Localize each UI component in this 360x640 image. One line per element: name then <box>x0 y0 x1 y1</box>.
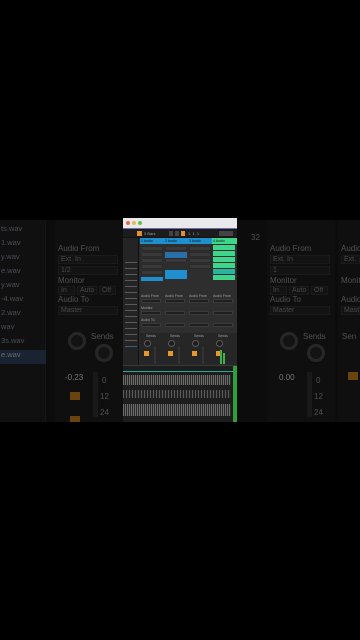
clip-slot[interactable] <box>189 252 211 257</box>
stop-icon[interactable] <box>175 231 179 236</box>
sends-label: Sends <box>170 334 180 338</box>
session-view: 1 Audio 2 Audio 3 Audio 4 Audio Audio Fr… <box>140 238 237 333</box>
clip-slot[interactable] <box>189 246 211 251</box>
minimize-icon[interactable] <box>132 221 136 225</box>
level-meter-active <box>223 353 225 364</box>
browser-item[interactable] <box>125 310 137 311</box>
clip-slot[interactable] <box>141 252 163 257</box>
browser-item[interactable] <box>125 340 137 341</box>
sends-label: Sends <box>194 334 204 338</box>
clip-slot[interactable] <box>141 270 163 275</box>
browser-item[interactable] <box>125 280 137 281</box>
maximize-icon[interactable] <box>138 221 142 225</box>
send-knob[interactable] <box>168 340 175 347</box>
track-activator-button[interactable] <box>144 351 149 356</box>
audio-clip[interactable] <box>141 277 163 281</box>
close-icon[interactable] <box>126 221 130 225</box>
transport-bar: 3 Bars 1. 1. 1 <box>123 229 237 238</box>
tempo-readout: 3 Bars <box>144 231 156 236</box>
track-activator-button[interactable] <box>192 351 197 356</box>
waveform-display[interactable] <box>123 404 231 416</box>
browser-item[interactable] <box>125 274 137 275</box>
audio-clip[interactable] <box>213 257 235 262</box>
record-icon[interactable] <box>181 231 185 236</box>
io-audio-from-label: Audio From <box>165 294 184 298</box>
browser-item-selected[interactable] <box>125 346 137 347</box>
browser-item[interactable] <box>125 268 137 269</box>
browser-item[interactable] <box>125 334 137 335</box>
track-header[interactable]: 1 Audio <box>140 238 164 244</box>
clip-slot[interactable] <box>141 258 163 263</box>
track-header[interactable]: 4 Audio <box>212 238 237 244</box>
io-audio-to-select[interactable] <box>165 323 185 327</box>
clip-slot[interactable] <box>165 258 187 263</box>
audio-clip[interactable] <box>165 270 187 279</box>
io-audio-from-select[interactable] <box>141 299 161 303</box>
browser-item[interactable] <box>125 322 137 323</box>
sends-label: Sends <box>218 334 228 338</box>
waveform-display[interactable] <box>123 375 231 385</box>
io-audio-from-select[interactable] <box>213 299 233 303</box>
io-audio-to-select[interactable] <box>189 323 209 327</box>
clip-slot[interactable] <box>189 264 211 269</box>
level-meter-active <box>233 366 237 422</box>
track-header[interactable]: 3 Audio <box>188 238 212 244</box>
browser-item[interactable] <box>125 262 137 263</box>
audio-clip[interactable] <box>213 245 235 250</box>
audio-clip[interactable] <box>213 275 235 280</box>
clip-slot[interactable] <box>165 246 187 251</box>
io-monitor-label: Monitor <box>141 306 153 310</box>
io-audio-from-select[interactable] <box>189 299 209 303</box>
send-knob[interactable] <box>144 340 151 347</box>
io-monitor-toggle[interactable] <box>141 311 161 315</box>
send-knob[interactable] <box>216 340 223 347</box>
io-audio-to-select[interactable] <box>141 323 161 327</box>
clip-slot[interactable] <box>141 264 163 269</box>
arrangement-clip-view <box>123 365 237 422</box>
io-audio-from-label: Audio From <box>213 294 232 298</box>
track-header[interactable]: 2 Audio <box>164 238 188 244</box>
play-icon[interactable] <box>169 231 173 236</box>
browser-item[interactable] <box>125 292 137 293</box>
send-knob[interactable] <box>192 340 199 347</box>
io-monitor-toggle[interactable] <box>213 311 233 315</box>
tap-tempo-button[interactable] <box>137 231 142 236</box>
io-audio-from-label: Audio From <box>141 294 160 298</box>
browser-item[interactable] <box>125 298 137 299</box>
browser-item[interactable] <box>125 316 137 317</box>
io-audio-from-select[interactable] <box>165 299 185 303</box>
position-readout: 1. 1. 1 <box>188 231 200 236</box>
mixer-section: Sends Sends Sends Sends <box>140 333 237 365</box>
browser-item[interactable] <box>125 286 137 287</box>
audio-clip[interactable] <box>213 263 235 268</box>
level-meter-active <box>220 350 222 364</box>
browser-item[interactable] <box>125 304 137 305</box>
window-title-bar <box>123 218 237 229</box>
io-audio-to-label: Audio To <box>141 318 155 322</box>
waveform-display[interactable] <box>123 390 231 398</box>
browser-item[interactable] <box>125 328 137 329</box>
io-audio-from-label: Audio From <box>189 294 208 298</box>
cpu-meter <box>219 231 233 236</box>
clip-header-line <box>123 371 237 372</box>
level-meter <box>202 347 204 364</box>
clip-slot[interactable] <box>189 258 211 263</box>
io-monitor-toggle[interactable] <box>189 311 209 315</box>
level-meter <box>154 347 156 364</box>
sends-label: Sends <box>146 334 156 338</box>
daw-window: 3 Bars 1. 1. 1 1 Audio 2 Audio 3 Audio 4… <box>123 218 237 422</box>
track-activator-button[interactable] <box>168 351 173 356</box>
audio-clip[interactable] <box>213 251 235 256</box>
level-meter <box>178 347 180 364</box>
audio-clip[interactable] <box>213 269 235 274</box>
clip-slot[interactable] <box>141 246 163 251</box>
io-monitor-toggle[interactable] <box>165 311 185 315</box>
io-audio-to-select[interactable] <box>213 323 233 327</box>
